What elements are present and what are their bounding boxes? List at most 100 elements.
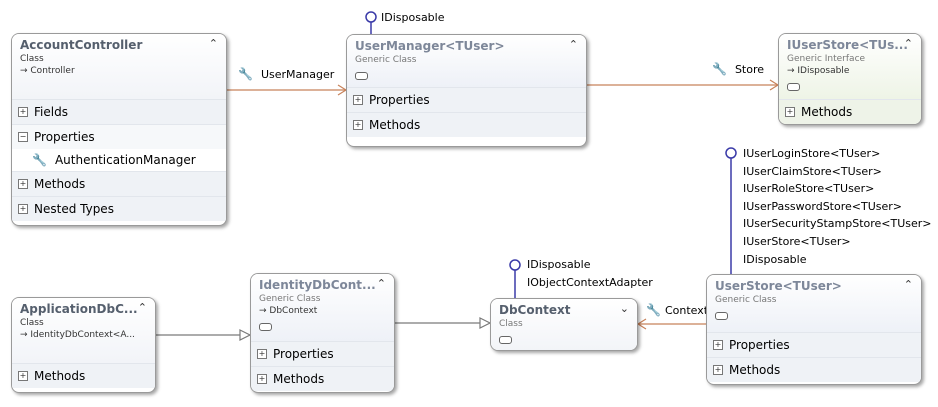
plus-box-icon[interactable]: + <box>713 365 723 375</box>
inheritance-triangle-application <box>239 329 252 341</box>
class-header[interactable]: DbContext Class ⌄ <box>491 299 637 350</box>
section-label: Properties <box>273 347 334 361</box>
class-header[interactable]: UserStore<TUser> Generic Class ⌃ <box>707 275 921 332</box>
class-kind: Generic Class <box>259 294 321 304</box>
interface-box-iuser-store[interactable]: IUserStore<TUs... Generic Interface → ID… <box>778 33 922 125</box>
class-kind: Generic Class <box>355 55 417 65</box>
plus-box-icon[interactable]: + <box>353 95 363 105</box>
double-chevron-down-icon[interactable]: ⌄ <box>620 302 629 315</box>
class-shape-icon <box>715 312 728 320</box>
interface-label: IDisposable <box>743 252 807 266</box>
class-box-application-db-context[interactable]: ApplicationDbC... Class → IdentityDbCont… <box>11 297 156 393</box>
interface-label: IUserClaimStore<TUser> <box>743 164 882 178</box>
section-label: Properties <box>369 93 430 107</box>
wrench-icon: 🔧 <box>712 62 727 76</box>
wrench-icon: 🔧 <box>238 67 253 81</box>
class-shape-icon <box>355 72 368 80</box>
base-type: → Controller <box>20 66 75 76</box>
plus-box-icon[interactable]: + <box>18 371 28 381</box>
interface-label: IUserSecurityStampStore<TUser> <box>743 217 932 231</box>
class-header[interactable]: AccountController Class → Controller ⌃ <box>12 34 226 99</box>
section-label: Methods <box>34 177 86 191</box>
section-nested-types[interactable]: + Nested Types <box>12 196 226 221</box>
interface-shape-icon <box>787 83 800 91</box>
class-box-user-store[interactable]: UserStore<TUser> Generic Class ⌃ + Proper… <box>706 274 922 385</box>
class-title: DbContext <box>499 303 571 317</box>
double-chevron-up-icon[interactable]: ⌃ <box>138 301 147 314</box>
interface-header[interactable]: IUserStore<TUs... Generic Interface → ID… <box>779 34 921 99</box>
association-name: Context <box>664 304 709 317</box>
section-properties[interactable]: + Properties <box>251 341 394 366</box>
section-label: Nested Types <box>34 202 114 216</box>
section-methods[interactable]: + Methods <box>707 357 921 382</box>
section-methods[interactable]: + Methods <box>12 363 155 388</box>
member-label: AuthenticationManager <box>54 153 196 167</box>
class-title: AccountController <box>20 38 143 52</box>
plus-box-icon[interactable]: + <box>353 120 363 130</box>
class-header[interactable]: ApplicationDbC... Class → IdentityDbCont… <box>12 298 155 363</box>
class-box-account-controller[interactable]: AccountController Class → Controller ⌃ +… <box>11 33 227 226</box>
class-title: UserManager<TUser> <box>355 39 505 53</box>
interface-title: IUserStore<TUs... <box>787 38 908 52</box>
association-label-store[interactable]: 🔧 Store <box>712 62 764 76</box>
lollipop-label-userstore: IUserLoginStore<TUser> IUserClaimStore<T… <box>743 145 932 268</box>
class-box-identity-db-context[interactable]: IdentityDbCont... Generic Class → DbCont… <box>250 273 395 393</box>
class-kind: Class <box>499 319 523 329</box>
class-box-db-context[interactable]: DbContext Class ⌄ <box>490 298 638 351</box>
plus-box-icon[interactable]: + <box>257 349 267 359</box>
class-kind: Class <box>20 318 44 328</box>
section-methods[interactable]: + Methods <box>251 366 394 391</box>
wrench-lock-icon: 🔧 <box>32 153 47 167</box>
interface-label: IObjectContextAdapter <box>527 275 653 289</box>
plus-box-icon[interactable]: + <box>785 107 795 117</box>
class-kind: Generic Class <box>715 295 777 305</box>
section-properties[interactable]: + Properties <box>347 87 586 112</box>
double-chevron-up-icon[interactable]: ⌃ <box>569 38 578 51</box>
interface-label: IUserStore<TUser> <box>743 234 851 248</box>
class-box-user-manager[interactable]: UserManager<TUser> Generic Class ⌃ + Prop… <box>346 34 587 147</box>
lollipop-circle-dbcontext <box>509 259 521 271</box>
interface-label: IUserPasswordStore<TUser> <box>743 199 902 213</box>
lollipop-label-dbcontext: IDisposable IObjectContextAdapter <box>527 256 653 291</box>
plus-box-icon[interactable]: + <box>18 179 28 189</box>
lollipop-label-usermanager: IDisposable <box>381 9 445 27</box>
inheritance-triangle-identity <box>479 317 492 329</box>
section-label: Methods <box>273 372 325 386</box>
interface-kind: Generic Interface <box>787 54 866 64</box>
double-chevron-up-icon[interactable]: ⌃ <box>904 278 913 291</box>
double-chevron-up-icon[interactable]: ⌃ <box>377 277 386 290</box>
section-properties[interactable]: + Properties <box>707 332 921 357</box>
section-fields[interactable]: + Fields <box>12 99 226 124</box>
section-properties[interactable]: − Properties <box>12 124 226 149</box>
section-label: Methods <box>34 369 86 383</box>
section-methods[interactable]: + Methods <box>779 99 921 124</box>
section-label: Properties <box>729 338 790 352</box>
section-methods[interactable]: + Methods <box>12 171 226 196</box>
double-chevron-up-icon[interactable]: ⌃ <box>209 37 218 50</box>
plus-box-icon[interactable]: + <box>713 340 723 350</box>
wrench-icon: 🔧 <box>646 303 661 317</box>
association-label-context[interactable]: 🔧 Context <box>646 303 708 317</box>
base-type: → IdentityDbContext<A... <box>20 330 135 340</box>
minus-box-icon[interactable]: − <box>18 132 28 142</box>
section-label: Methods <box>801 105 853 119</box>
class-title: IdentityDbCont... <box>259 278 376 292</box>
lollipop-circle-userstore <box>725 147 737 159</box>
plus-box-icon[interactable]: + <box>18 107 28 117</box>
double-chevron-up-icon[interactable]: ⌃ <box>904 37 913 50</box>
section-label: Methods <box>729 363 781 377</box>
section-label: Fields <box>34 105 68 119</box>
section-label: Methods <box>369 118 421 132</box>
section-methods[interactable]: + Methods <box>347 112 586 137</box>
association-label-usermanager[interactable]: 🔧 UserManager <box>238 67 334 81</box>
interface-label: IDisposable <box>527 258 591 271</box>
plus-box-icon[interactable]: + <box>18 204 28 214</box>
class-header[interactable]: UserManager<TUser> Generic Class ⌃ <box>347 35 586 87</box>
class-title: ApplicationDbC... <box>20 302 138 316</box>
plus-box-icon[interactable]: + <box>257 374 267 384</box>
member-authentication-manager[interactable]: 🔧 AuthenticationManager <box>12 149 226 171</box>
class-header[interactable]: IdentityDbCont... Generic Class → DbCont… <box>251 274 394 341</box>
base-type: → IDisposable <box>787 66 850 76</box>
interface-label: IUserRoleStore<TUser> <box>743 182 875 196</box>
interface-label: IUserLoginStore<TUser> <box>743 147 881 160</box>
